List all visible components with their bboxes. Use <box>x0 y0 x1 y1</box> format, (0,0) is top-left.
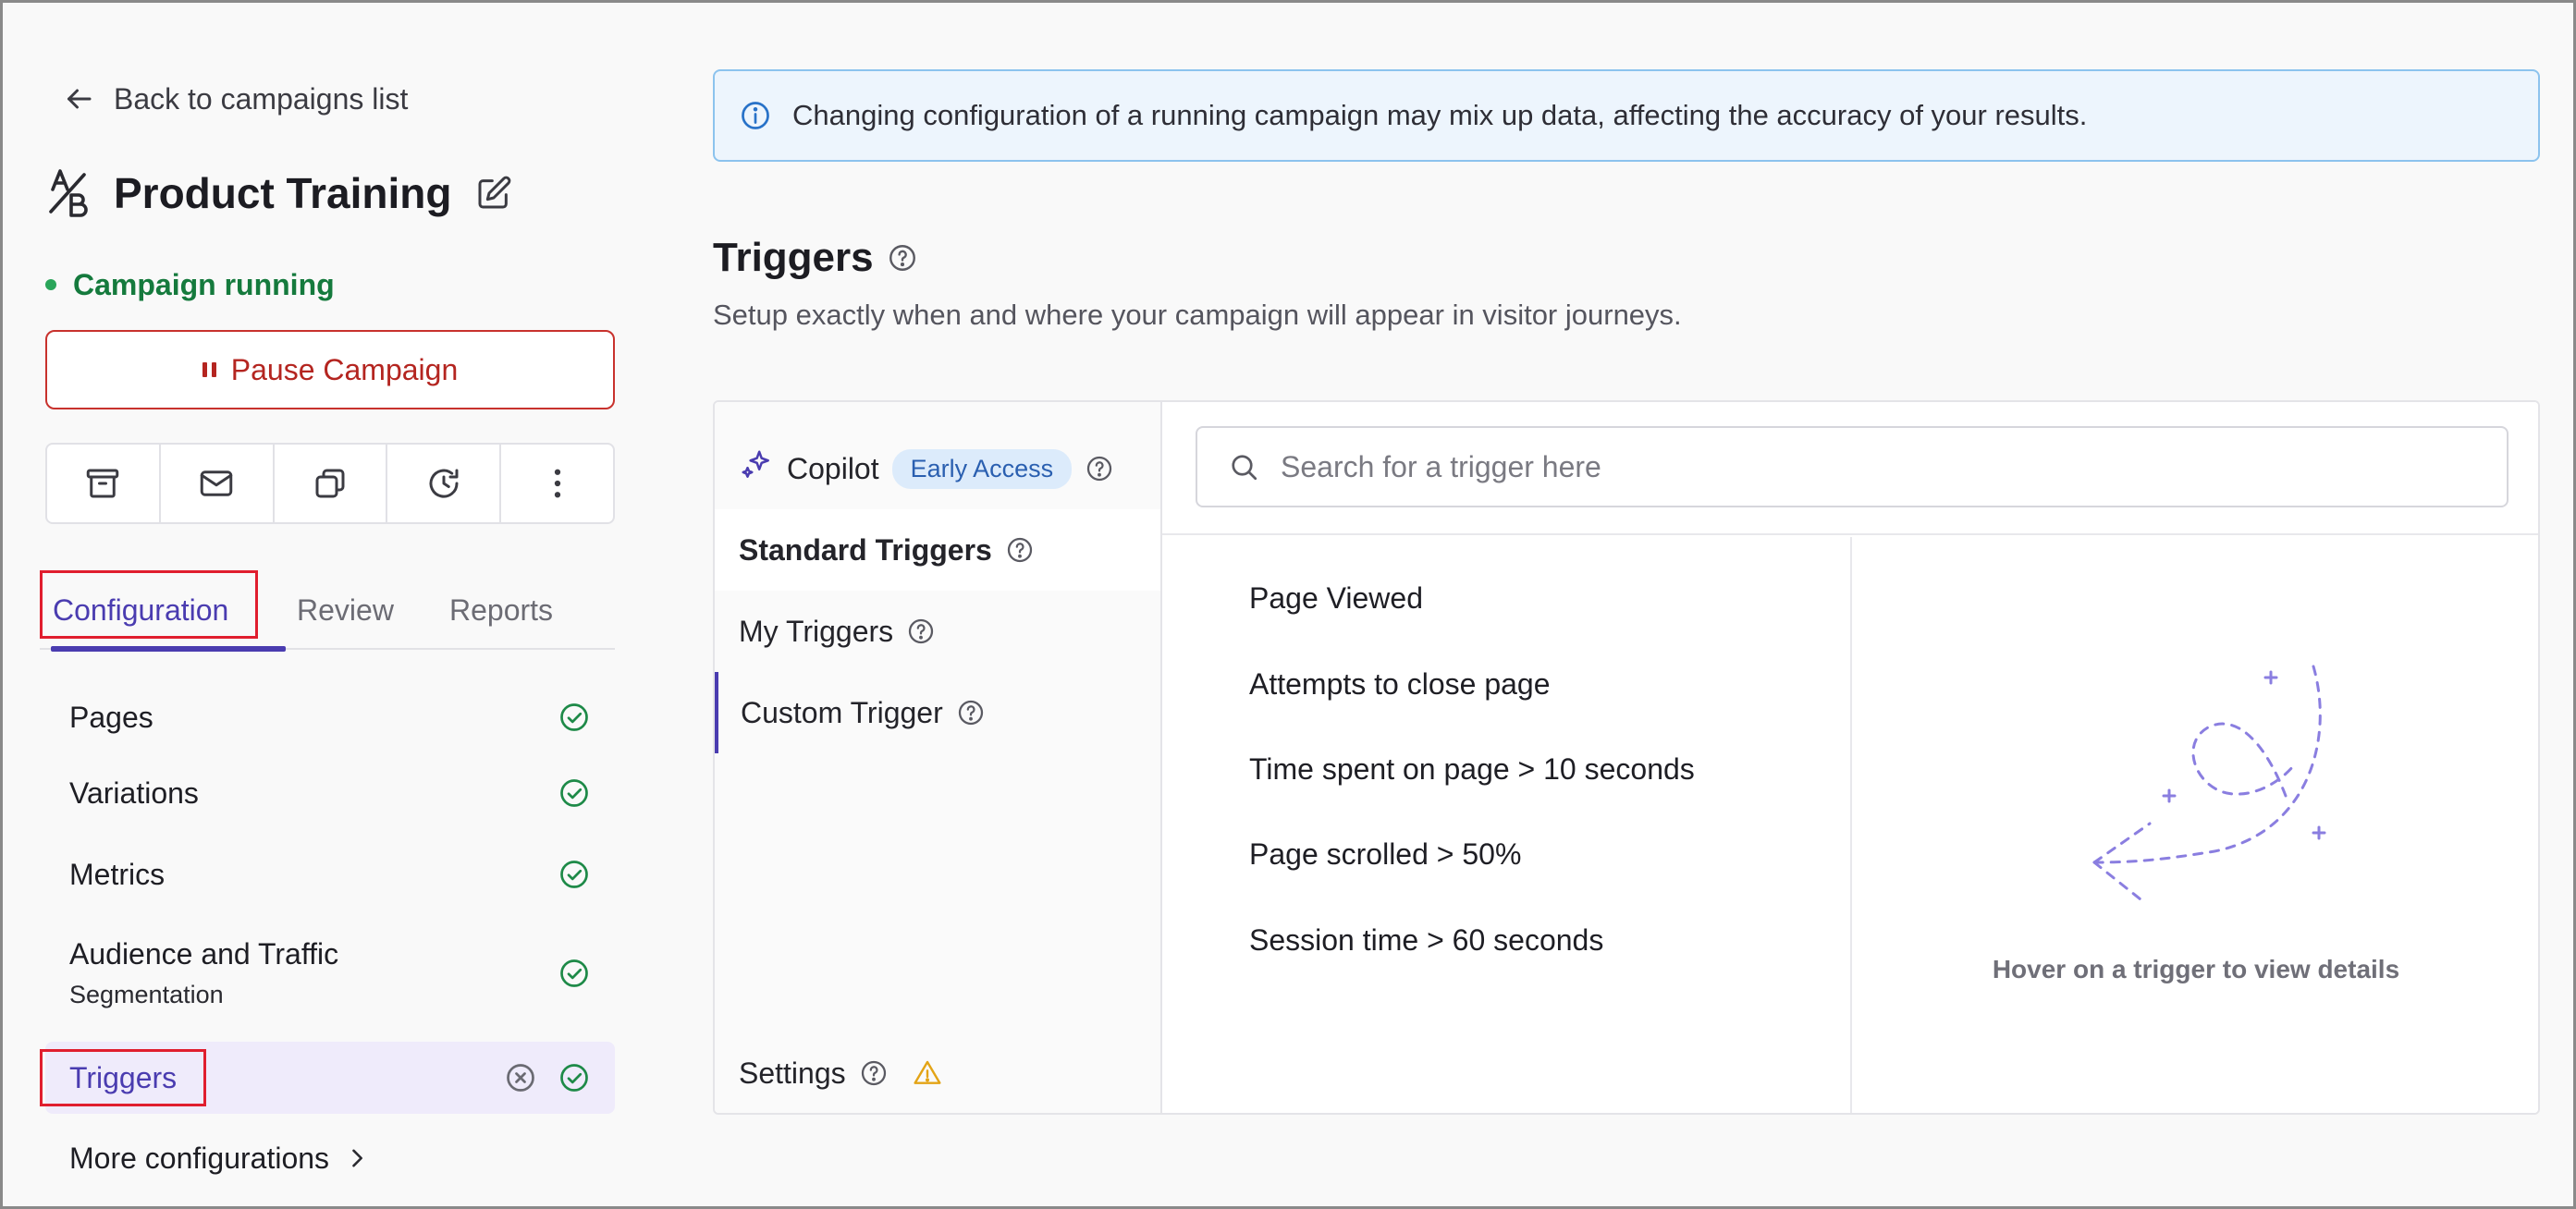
info-icon <box>742 102 769 129</box>
more-actions-button[interactable] <box>501 445 613 522</box>
pause-icon <box>202 362 216 377</box>
trigger-panel: Copilot Early Access Standard Triggers M… <box>713 400 2540 1115</box>
trigger-categories: Copilot Early Access Standard Triggers M… <box>715 402 1162 1113</box>
nav-item-pages[interactable]: Pages <box>45 687 615 748</box>
help-icon[interactable] <box>859 1058 889 1088</box>
edit-icon[interactable] <box>475 175 512 212</box>
pause-campaign-button[interactable]: Pause Campaign <box>45 330 615 409</box>
category-custom-trigger[interactable]: Custom Trigger <box>715 672 1160 753</box>
trigger-item-page-scrolled[interactable]: Page scrolled > 50% <box>1249 826 1521 882</box>
nav-item-triggers[interactable]: Triggers <box>45 1042 615 1114</box>
tab-review[interactable]: Review <box>297 570 394 650</box>
sparkle-icon <box>742 450 769 478</box>
section-title: Triggers <box>713 230 918 286</box>
trigger-list: Page Viewed Attempts to close page Time … <box>1162 537 1852 1113</box>
nav-item-label: Variations <box>69 775 199 810</box>
ab-test-icon <box>49 169 88 217</box>
info-banner-text: Changing configuration of a running camp… <box>792 99 2088 131</box>
campaign-status: Campaign running <box>45 266 335 303</box>
check-circle-icon <box>560 959 588 987</box>
help-icon[interactable] <box>1005 535 1035 565</box>
archive-icon <box>87 469 119 498</box>
campaign-actions-toolbar <box>45 443 615 524</box>
more-configurations-label: More configurations <box>69 1141 330 1175</box>
pause-button-label: Pause Campaign <box>230 352 459 386</box>
active-tab-indicator <box>51 646 286 652</box>
app-window: Back to campaigns list Product Training … <box>0 0 2576 1209</box>
trigger-item-attempts-close[interactable]: Attempts to close page <box>1249 656 1551 712</box>
check-circle-icon <box>560 779 588 807</box>
details-hint: Hover on a trigger to view details <box>1992 955 2400 983</box>
nav-item-sublabel: Segmentation <box>69 981 224 1008</box>
check-circle-icon <box>560 703 588 731</box>
trigger-item-page-viewed[interactable]: Page Viewed <box>1249 570 1423 626</box>
more-vertical-icon <box>554 469 560 498</box>
category-label: Custom Trigger <box>741 695 943 729</box>
campaign-title: Product Training <box>114 169 452 217</box>
duplicate-button[interactable] <box>275 445 388 522</box>
help-icon[interactable] <box>906 617 936 646</box>
trigger-item-session-time[interactable]: Session time > 60 seconds <box>1249 912 1603 968</box>
settings-label: Settings <box>739 1056 846 1090</box>
chevron-right-icon <box>352 1149 362 1167</box>
help-icon[interactable] <box>1085 454 1114 483</box>
schedule-button[interactable] <box>387 445 502 522</box>
trigger-search-box[interactable] <box>1196 426 2509 507</box>
search-input[interactable] <box>1281 449 2483 484</box>
cursor-path-illustration <box>2092 665 2326 901</box>
status-dot <box>45 279 56 290</box>
trigger-settings-item[interactable]: Settings <box>715 1044 1160 1103</box>
status-label: Campaign running <box>73 267 335 301</box>
help-icon[interactable] <box>956 698 986 727</box>
nav-item-metrics[interactable]: Metrics <box>45 844 615 905</box>
history-clock-icon <box>429 469 459 498</box>
check-circle-icon <box>560 1064 588 1092</box>
section-description: Setup exactly when and where your campai… <box>713 299 1682 331</box>
category-label: My Triggers <box>739 614 894 648</box>
nav-item-label: Audience and Traffic <box>69 937 339 971</box>
more-configurations-link[interactable]: More configurations <box>69 1136 370 1180</box>
trigger-item-time-spent[interactable]: Time spent on page > 10 seconds <box>1249 741 1695 797</box>
campaign-tabs: Configuration Review Reports <box>40 570 615 652</box>
search-icon <box>1232 455 1257 481</box>
check-circle-icon <box>560 861 588 888</box>
category-my-triggers[interactable]: My Triggers <box>715 591 1160 672</box>
mail-icon <box>200 470 233 496</box>
category-standard-triggers[interactable]: Standard Triggers <box>715 509 1160 591</box>
nav-item-variations[interactable]: Variations <box>45 763 615 824</box>
page-title: Triggers <box>713 235 874 280</box>
warning-icon <box>914 1060 941 1084</box>
copilot-item[interactable]: Copilot Early Access <box>715 428 1160 509</box>
back-link-label: Back to campaigns list <box>114 81 409 116</box>
tab-configuration[interactable]: Configuration <box>53 570 228 650</box>
category-label: Standard Triggers <box>739 532 992 567</box>
arrow-left-icon <box>67 89 92 109</box>
nav-item-audience-traffic[interactable]: Audience and Traffic Segmentation <box>45 923 615 1023</box>
trigger-details-area <box>1854 537 2538 1113</box>
nav-item-label: Metrics <box>69 857 166 891</box>
early-access-badge: Early Access <box>891 448 1073 489</box>
campaign-header: Product Training <box>47 160 512 226</box>
nav-item-label: Pages <box>69 700 153 734</box>
info-banner: Changing configuration of a running camp… <box>713 69 2540 162</box>
clear-circle-icon[interactable] <box>504 1061 537 1094</box>
archive-button[interactable] <box>47 445 161 522</box>
copilot-label: Copilot <box>787 451 879 485</box>
trigger-search-area <box>1162 402 2538 535</box>
back-to-campaigns-link[interactable]: Back to campaigns list <box>62 77 408 121</box>
help-icon[interactable] <box>887 242 918 274</box>
tab-reports[interactable]: Reports <box>449 570 553 650</box>
copy-icon <box>315 469 345 498</box>
nav-item-label: Triggers <box>69 1060 178 1094</box>
email-button[interactable] <box>161 445 275 522</box>
